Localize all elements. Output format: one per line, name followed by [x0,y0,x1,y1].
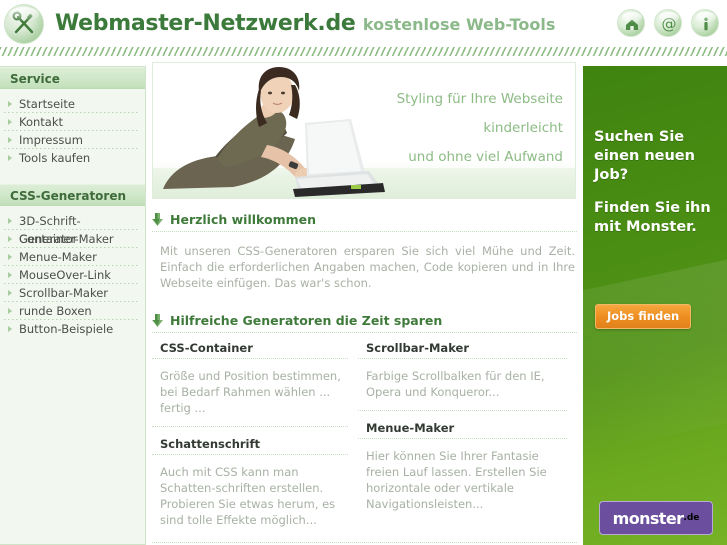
generators-heading-text: Hilfreiche Generatoren die Zeit sparen [170,313,443,328]
bullet-triangle-icon [8,290,12,296]
arrow-down-icon [152,213,163,226]
sidebar-item-label: Scrollbar-Maker [19,286,109,300]
hero-line-3: und ohne viel Aufwand [408,149,563,165]
generator-card-menue-maker[interactable]: Menue-Maker Hier können Sie Ihrer Fantas… [358,410,567,522]
bullet-triangle-icon [8,272,12,278]
sidebar-item-runde-boxen[interactable]: runde Boxen [4,302,139,320]
card-text: Farbige Scrollbalken für den IE, Opera u… [366,369,545,399]
page-root: Webmaster-Netzwerk.de kostenlose Web-Too… [0,0,727,545]
bullet-triangle-icon [8,236,12,242]
bullet-triangle-icon [8,254,12,260]
hero-line-1: Styling für Ihre Webseite [396,91,563,107]
sidebar-section-heading-css-generatoren: CSS-Generatoren [0,184,145,206]
sidebar-item-kontakt[interactable]: Kontakt [4,113,139,131]
home-icon[interactable] [617,9,645,37]
ad-line-3: Finden Sie ihn [594,200,711,216]
bullet-triangle-icon [8,101,12,107]
generators-section-heading: Hilfreiche Generatoren die Zeit sparen [152,313,577,333]
card-title: Schattenschrift [152,426,348,455]
sidebar-item-scrollbar-maker[interactable]: Scrollbar-Maker [4,284,139,302]
site-title-text: Webmaster-Netzwerk.de [55,11,356,36]
card-text: Größe und Position bestimmen, bei Bedarf… [160,369,341,415]
monster-logo-suffix: .de [683,513,700,523]
sidebar-item-label: Impressum [19,133,83,147]
sidebar-item-label: Container-Maker [19,232,114,246]
header-icon-group: @ [617,9,719,37]
left-sidebar: Service Startseite Kontakt Impressum Too… [0,66,146,545]
header-divider-stripe [0,47,727,56]
site-tagline: kostenlose Web-Tools [362,15,556,34]
bullet-triangle-icon [8,119,12,125]
card-text: Hier können Sie Ihrer Fantasie freien La… [366,449,547,511]
hero-line-2: kinderleicht [483,120,563,136]
sidebar-item-button-beispiele[interactable]: Button-Beispiele [4,320,139,338]
generator-card-css-container[interactable]: CSS-Container Größe und Position bestimm… [152,341,348,426]
monster-logo-text: monster [612,508,684,528]
card-title: Menue-Maker [358,410,567,439]
bullet-triangle-icon [8,137,12,143]
sidebar-item-label: Kontakt [19,115,64,129]
sidebar-list-service: Startseite Kontakt Impressum Tools kaufe… [0,89,145,175]
hero-banner: Styling für Ihre Webseite kinderleicht u… [152,62,576,199]
sidebar-item-mouseover-link[interactable]: MouseOver-Link [4,266,139,284]
monster-ad-banner[interactable]: Suchen Sie einen neuen Job? Finden Sie i… [583,66,727,545]
generator-card-schattenschrift[interactable]: Schattenschrift Auch mit CSS kann man Sc… [152,426,348,538]
bullet-triangle-icon [8,308,12,314]
card-title: Scrollbar-Maker [358,341,567,359]
bullet-triangle-icon [8,218,12,224]
welcome-section-heading: Herzlich willkommen [152,212,577,232]
sidebar-item-menue-maker[interactable]: Menue-Maker [4,248,139,266]
hero-text-block: Styling für Ihre Webseite kinderleicht u… [338,85,563,172]
generator-column-left: CSS-Container Größe und Position bestimm… [152,341,358,538]
ad-line-2: einen neuen Job? [594,148,695,183]
ad-headline: Suchen Sie einen neuen Job? Finden Sie i… [594,128,727,237]
sidebar-list-css-generatoren: 3D-Schrift-Generator Container-Maker Men… [0,206,145,346]
sidebar-item-3d-schrift-generator[interactable]: 3D-Schrift-Generator [4,212,139,246]
welcome-heading-text: Herzlich willkommen [170,212,317,227]
generator-card-scrollbar-maker[interactable]: Scrollbar-Maker Farbige Scrollbalken für… [358,341,567,410]
jobs-finden-button[interactable]: Jobs finden [595,304,692,329]
bullet-triangle-icon [8,155,12,161]
generator-column-right: Scrollbar-Maker Farbige Scrollbalken für… [358,341,567,538]
sidebar-item-label: runde Boxen [19,304,92,318]
arrow-down-icon [152,314,163,327]
welcome-text: Mit unseren CSS-Generatoren ersparen Sie… [160,244,575,290]
site-header: Webmaster-Netzwerk.de kostenlose Web-Too… [0,0,727,47]
sidebar-item-impressum[interactable]: Impressum [4,131,139,149]
main-content: Styling für Ihre Webseite kinderleicht u… [152,62,577,545]
monster-logo[interactable]: monster .de [599,501,713,535]
ad-sheen [583,255,727,455]
ad-line-1: Suchen Sie [594,129,685,145]
ad-line-4: mit Monster. [594,219,697,235]
sidebar-item-container-maker[interactable]: Container-Maker [4,230,139,248]
card-text: Auch mit CSS kann man Schatten-schriften… [160,465,336,527]
email-icon[interactable]: @ [654,9,682,37]
sidebar-item-startseite[interactable]: Startseite [4,95,139,113]
tools-badge-icon [4,4,44,44]
sidebar-item-label: Button-Beispiele [19,322,114,336]
sidebar-item-label: Menue-Maker [19,250,97,264]
card-title: CSS-Container [152,341,348,359]
page-title: Webmaster-Netzwerk.de kostenlose Web-Too… [55,11,555,36]
sidebar-section-heading-service: Service [0,67,145,89]
sidebar-item-label: Startseite [19,97,75,111]
info-icon[interactable] [691,9,719,37]
generator-cards-grid: CSS-Container Größe und Position bestimm… [152,341,577,538]
sidebar-item-label: MouseOver-Link [19,268,111,282]
sidebar-item-label: Tools kaufen [19,151,91,165]
bullet-triangle-icon [8,326,12,332]
sidebar-item-tools-kaufen[interactable]: Tools kaufen [4,149,139,167]
